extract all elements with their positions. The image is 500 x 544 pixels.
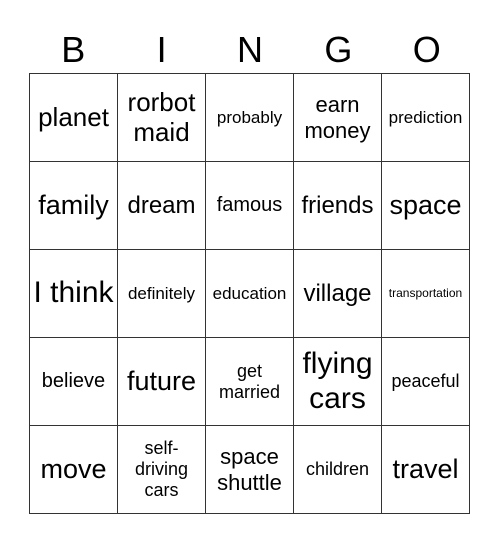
bingo-cell[interactable]: definitely <box>118 250 206 338</box>
bingo-cell[interactable]: planet <box>30 74 118 162</box>
header-letter-n: N <box>236 29 263 70</box>
bingo-cell[interactable]: rorbot maid <box>118 74 206 162</box>
bingo-header: B I N G O <box>29 30 471 70</box>
bingo-cell[interactable]: family <box>30 162 118 250</box>
bingo-cell[interactable]: travel <box>382 426 470 514</box>
bingo-cell[interactable]: space <box>382 162 470 250</box>
header-letter-g: G <box>324 29 353 70</box>
bingo-cell[interactable]: friends <box>294 162 382 250</box>
bingo-cell[interactable]: dream <box>118 162 206 250</box>
bingo-cell[interactable]: move <box>30 426 118 514</box>
bingo-cell[interactable]: self-driving cars <box>118 426 206 514</box>
bingo-cell[interactable]: get married <box>206 338 294 426</box>
bingo-cell[interactable]: I think <box>30 250 118 338</box>
bingo-cell[interactable]: education <box>206 250 294 338</box>
header-letter-o: O <box>412 29 441 70</box>
bingo-cell[interactable]: famous <box>206 162 294 250</box>
bingo-cell[interactable]: future <box>118 338 206 426</box>
bingo-cell[interactable]: village <box>294 250 382 338</box>
bingo-card: planet rorbot maid probably earn money p… <box>29 73 470 514</box>
bingo-cell[interactable]: believe <box>30 338 118 426</box>
bingo-cell[interactable]: prediction <box>382 74 470 162</box>
header-letter-b: B <box>61 29 86 70</box>
bingo-cell[interactable]: children <box>294 426 382 514</box>
bingo-cell[interactable]: flying cars <box>294 338 382 426</box>
bingo-cell[interactable]: space shuttle <box>206 426 294 514</box>
bingo-cell[interactable]: probably <box>206 74 294 162</box>
bingo-cell[interactable]: peaceful <box>382 338 470 426</box>
bingo-cell[interactable]: earn money <box>294 74 382 162</box>
bingo-cell[interactable]: transportation <box>382 250 470 338</box>
header-letter-i: I <box>156 29 167 70</box>
